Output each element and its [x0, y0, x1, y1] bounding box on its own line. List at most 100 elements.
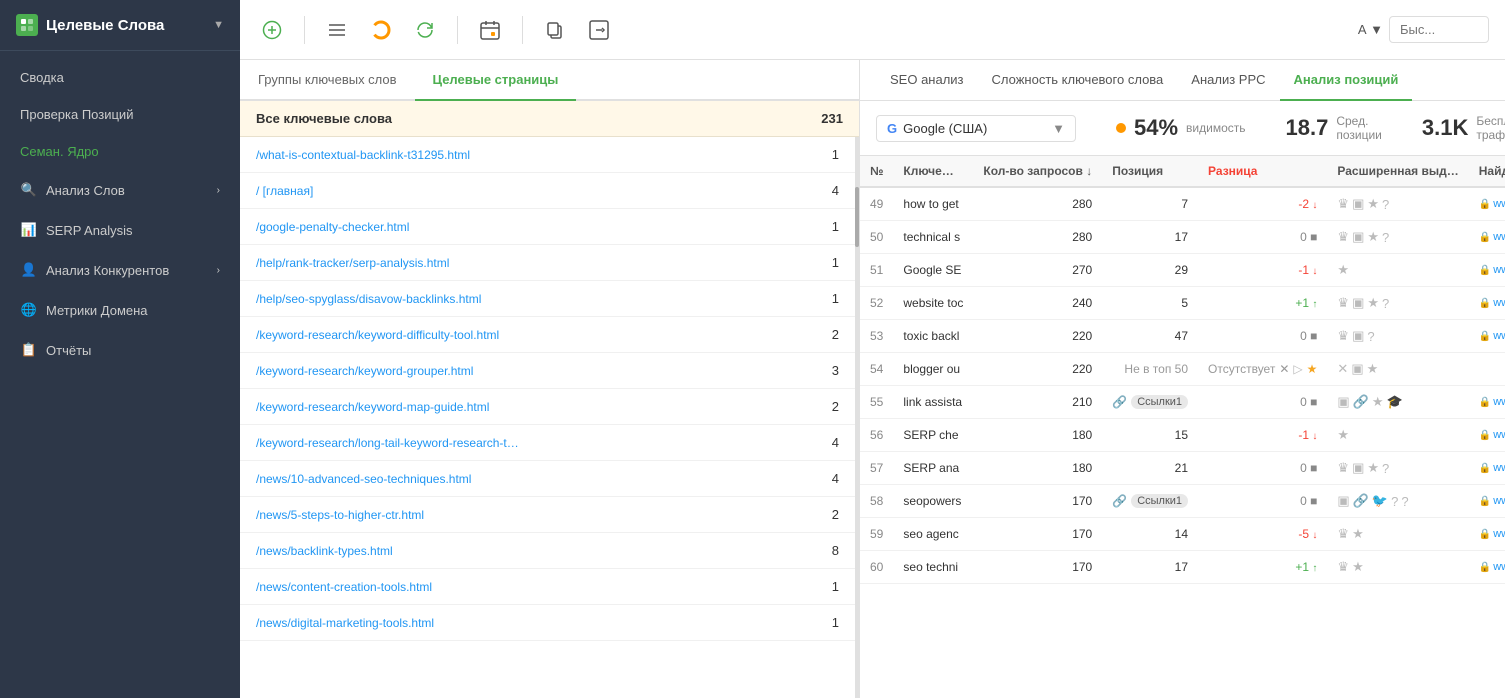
page-url-link[interactable]: /what-is-contextual-backlink-t31295.html	[256, 148, 815, 162]
page-url-link[interactable]: /google-penalty-checker.html	[256, 220, 815, 234]
donut-button[interactable]	[365, 14, 397, 46]
list-item[interactable]: /keyword-research/long-tail-keyword-rese…	[240, 425, 855, 461]
image-icon[interactable]: ▣	[1352, 295, 1364, 311]
sidebar-item-analiz-slov[interactable]: 🔍 Анализ Слов ›	[0, 170, 240, 210]
page-url-link[interactable]: /keyword-research/keyword-grouper.html	[256, 364, 815, 378]
sidebar-item-proverka[interactable]: Проверка Позиций	[0, 96, 240, 133]
star-icon[interactable]: ★	[1352, 559, 1364, 575]
help-icon[interactable]: ?	[1382, 461, 1389, 476]
calendar-button[interactable]	[474, 14, 506, 46]
found-url[interactable]: 🔒 www.link-assist…	[1479, 561, 1505, 573]
found-url[interactable]: 🔒 www.link-assist…	[1479, 528, 1505, 540]
list-item[interactable]: /keyword-research/keyword-grouper.html3	[240, 353, 855, 389]
help-icon[interactable]: ?	[1367, 329, 1374, 344]
help-icon[interactable]: ?	[1382, 296, 1389, 311]
link-button[interactable]	[583, 14, 615, 46]
link-icon[interactable]: 🔗	[1353, 493, 1369, 509]
found-url[interactable]: 🔒 www.link-assist…	[1479, 297, 1505, 309]
help-icon[interactable]: ?	[1382, 230, 1389, 245]
table-row[interactable]: 55 link assista 210 🔗Ссылки1 0 ■ ▣🔗★🎓 🔒 …	[860, 386, 1505, 419]
table-row[interactable]: 58 seopowers 170 🔗Ссылки1 0 ■ ▣🔗🐦?? 🔒 ww…	[860, 485, 1505, 518]
list-item[interactable]: /help/seo-spyglass/disavow-backlinks.htm…	[240, 281, 855, 317]
page-url-link[interactable]: /help/seo-spyglass/disavow-backlinks.htm…	[256, 292, 815, 306]
star-icon[interactable]: ★	[1367, 295, 1379, 311]
table-row[interactable]: 52 website toc 240 5 +1 ↑ ♛▣★? 🔒 www.lin…	[860, 287, 1505, 320]
tab-pages[interactable]: Целевые страницы	[415, 60, 577, 101]
list-item[interactable]: /news/5-steps-to-higher-ctr.html2	[240, 497, 855, 533]
help-icon[interactable]: ?	[1382, 197, 1389, 212]
tab-positions[interactable]: Анализ позиций	[1280, 60, 1413, 101]
list-item[interactable]: / [главная]4	[240, 173, 855, 209]
table-row[interactable]: 56 SERP che 180 15 -1 ↓ ★ 🔒 www.link-ass…	[860, 419, 1505, 452]
crown-icon[interactable]: ♛	[1337, 295, 1349, 311]
image-icon[interactable]: ▣	[1352, 460, 1364, 476]
crown-icon[interactable]: ♛	[1337, 526, 1349, 542]
list-item[interactable]: /news/digital-marketing-tools.html1	[240, 605, 855, 641]
found-url[interactable]: 🔒 www.link-assist…	[1479, 231, 1505, 243]
star-icon[interactable]: ★	[1337, 427, 1349, 443]
crown-icon[interactable]: ♛	[1337, 460, 1349, 476]
help-icon[interactable]: ?	[1391, 494, 1398, 509]
table-row[interactable]: 51 Google SE 270 29 -1 ↓ ★ 🔒 www.link-as…	[860, 254, 1505, 287]
star-icon[interactable]: ★	[1337, 262, 1349, 278]
crown-icon[interactable]: ♛	[1337, 229, 1349, 245]
sidebar-item-metriki[interactable]: 🌐 Метрики Домена	[0, 290, 240, 330]
star-icon[interactable]: ★	[1367, 229, 1379, 245]
scroll-thumb[interactable]	[855, 187, 859, 247]
sidebar-item-konkurentov[interactable]: 👤 Анализ Конкурентов ›	[0, 250, 240, 290]
found-url[interactable]: 🔒 www.link-assist…	[1479, 429, 1505, 441]
list-item[interactable]: /keyword-research/keyword-difficulty-too…	[240, 317, 855, 353]
list-item[interactable]: /news/content-creation-tools.html1	[240, 569, 855, 605]
list-item[interactable]: /news/10-advanced-seo-techniques.html4	[240, 461, 855, 497]
found-url[interactable]: 🔒 www.link-assist…	[1479, 198, 1505, 210]
table-row[interactable]: 53 toxic backl 220 47 0 ■ ♛▣? 🔒 www.link…	[860, 320, 1505, 353]
?-icon[interactable]: ?	[1401, 494, 1408, 509]
sidebar-item-svodka[interactable]: Сводка	[0, 59, 240, 96]
star-icon[interactable]: ★	[1352, 526, 1364, 542]
star-icon[interactable]: ★	[1372, 394, 1384, 410]
link-icon[interactable]: 🔗	[1353, 394, 1369, 410]
page-url-link[interactable]: /news/content-creation-tools.html	[256, 580, 815, 594]
page-url-link[interactable]: / [главная]	[256, 184, 815, 198]
list-item[interactable]: /help/rank-tracker/serp-analysis.html1	[240, 245, 855, 281]
list-item[interactable]: /google-penalty-checker.html1	[240, 209, 855, 245]
crown-icon[interactable]: ♛	[1337, 328, 1349, 344]
crown-icon[interactable]: ♛	[1337, 559, 1349, 575]
sidebar-header[interactable]: Целевые Слова ▼	[0, 0, 240, 51]
table-row[interactable]: 49 how to get 280 7 -2 ↓ ♛▣★? 🔒 www.link…	[860, 187, 1505, 221]
twitter-icon[interactable]: 🐦	[1372, 493, 1388, 509]
table-row[interactable]: 60 seo techni 170 17 +1 ↑ ♛★ 🔒 www.link-…	[860, 551, 1505, 584]
page-url-link[interactable]: /news/digital-marketing-tools.html	[256, 616, 815, 630]
image-icon[interactable]: ▣	[1352, 196, 1364, 212]
star-icon[interactable]: ★	[1367, 361, 1379, 377]
image-icon[interactable]: ▣	[1352, 229, 1364, 245]
search-input[interactable]	[1389, 16, 1489, 43]
sidebar-item-otchety[interactable]: 📋 Отчёты	[0, 330, 240, 370]
table-row[interactable]: 54 blogger ou 220 Не в топ 50 Отсутствуе…	[860, 353, 1505, 386]
tab-difficulty[interactable]: Сложность ключевого слова	[978, 60, 1178, 101]
found-url[interactable]: 🔒 www.link-assist…	[1479, 330, 1505, 342]
refresh-button[interactable]	[409, 14, 441, 46]
sidebar-item-seman[interactable]: Семан. Ядро	[0, 133, 240, 170]
page-url-link[interactable]: /help/rank-tracker/serp-analysis.html	[256, 256, 815, 270]
crown-icon[interactable]: ♛	[1337, 196, 1349, 212]
page-url-link[interactable]: /news/backlink-types.html	[256, 544, 815, 558]
found-url[interactable]: 🔒 www.link-assist…	[1479, 495, 1505, 507]
table-row[interactable]: 57 SERP ana 180 21 0 ■ ♛▣★? 🔒 www.link-a…	[860, 452, 1505, 485]
tab-seo-analysis[interactable]: SEO анализ	[876, 60, 978, 101]
list-item[interactable]: /keyword-research/keyword-map-guide.html…	[240, 389, 855, 425]
copy-button[interactable]	[539, 14, 571, 46]
tab-ppc[interactable]: Анализ PPC	[1177, 60, 1279, 101]
found-url[interactable]: 🔒 www.link-assist…	[1479, 396, 1505, 408]
image-icon[interactable]: ▣	[1351, 361, 1363, 377]
x-icon[interactable]: ✕	[1337, 361, 1348, 377]
add-button[interactable]	[256, 14, 288, 46]
sidebar-item-serp[interactable]: 📊 SERP Analysis	[0, 210, 240, 250]
list-item[interactable]: /news/backlink-types.html8	[240, 533, 855, 569]
found-url[interactable]: 🔒 www.link-assist…	[1479, 264, 1505, 276]
tab-groups[interactable]: Группы ключевых слов	[240, 60, 415, 101]
menu-button[interactable]	[321, 14, 353, 46]
engine-select[interactable]: G Google (США) ▼	[876, 115, 1076, 142]
page-url-link[interactable]: /news/10-advanced-seo-techniques.html	[256, 472, 815, 486]
col-header-requests[interactable]: Кол-во запросов ↓	[973, 156, 1102, 187]
